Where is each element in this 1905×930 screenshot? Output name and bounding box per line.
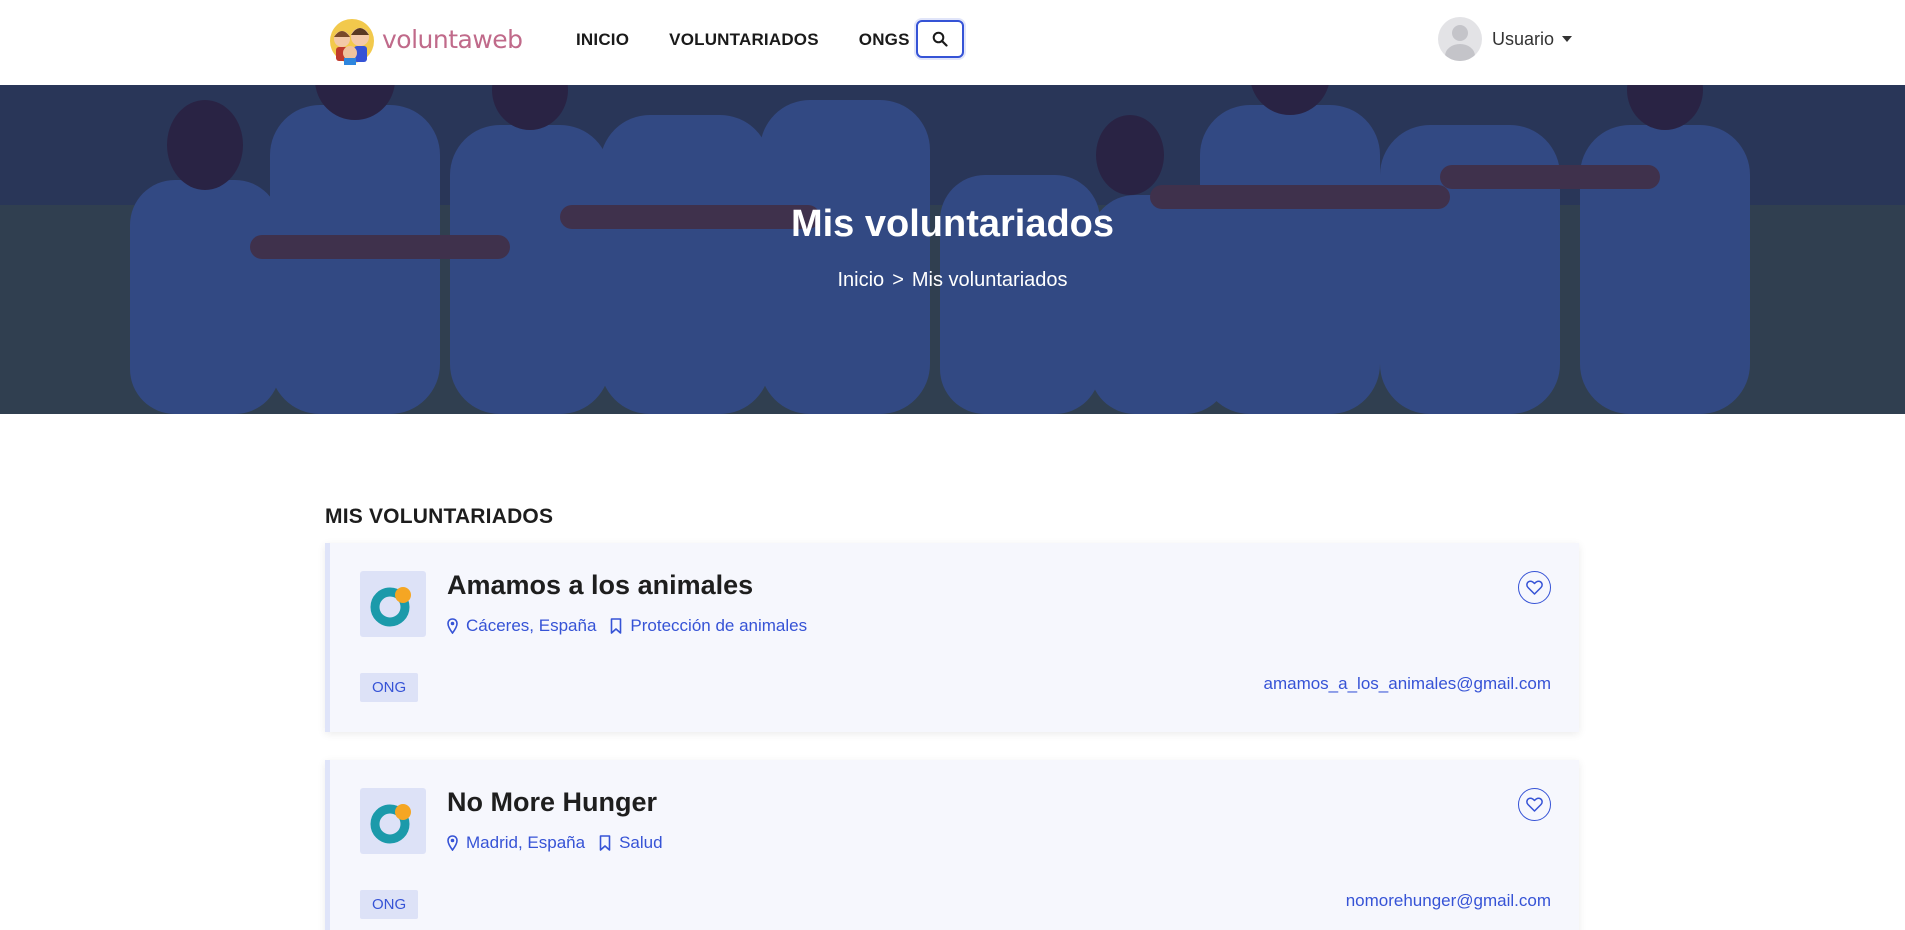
status-badge: ONG [360,890,419,919]
card-category: Salud [599,833,663,853]
card-location-text: Cáceres, España [466,616,597,635]
user-dropdown[interactable]: Usuario [1438,16,1573,62]
nav-item-voluntariados[interactable]: VOLUNTARIADOS [669,30,819,50]
nav-item-ongs[interactable]: ONGS [859,30,910,50]
volunteers-faces-logo-icon [328,13,380,65]
chevron-down-icon [1562,36,1573,42]
top-navbar: voluntaweb INICIO VOLUNTARIADOS ONGS Usu… [0,0,1905,85]
main-nav: INICIO VOLUNTARIADOS ONGS [576,0,950,80]
heart-icon [1526,580,1543,595]
card-meta: Madrid, España Salud [447,833,677,853]
card-meta: Cáceres, España Protección de animales [447,616,821,636]
map-pin-icon [447,618,458,634]
user-label: Usuario [1492,28,1555,49]
card-title[interactable]: No More Hunger [447,787,657,818]
status-badge: ONG [360,673,419,702]
org-logo-icon [360,571,426,637]
favorite-button[interactable] [1518,788,1551,821]
nav-item-inicio[interactable]: INICIO [576,30,629,50]
card-category-text: Protección de animales [630,616,808,635]
search-button[interactable] [916,20,964,58]
card-title[interactable]: Amamos a los animales [447,570,753,601]
user-avatar-icon [1438,17,1482,61]
page-title: Mis voluntariados [790,203,1115,245]
hero-overlay [0,85,1905,414]
map-pin-icon [447,835,458,851]
org-logo-icon [360,788,426,854]
card-email-link[interactable]: nomorehunger@gmail.com [1346,891,1551,911]
breadcrumb: Inicio > Mis voluntariados [0,269,1905,292]
volunteering-card[interactable]: Amamos a los animales Cáceres, España Pr… [325,543,1579,732]
favorite-button[interactable] [1518,571,1551,604]
card-category: Protección de animales [610,616,807,636]
search-icon [932,31,948,47]
bookmark-icon [599,835,611,851]
heart-icon [1526,797,1543,812]
card-location: Cáceres, España [447,616,596,636]
brand-name: voluntaweb [382,24,523,54]
breadcrumb-current: Mis voluntariados [911,269,1068,291]
card-category-text: Salud [619,833,663,852]
card-email-link[interactable]: amamos_a_los_animales@gmail.com [1264,674,1552,694]
breadcrumb-separator: > [892,269,904,291]
section-title: MIS VOLUNTARIADOS [325,505,554,528]
hero-banner: Mis voluntariados Inicio > Mis voluntari… [0,85,1905,414]
bookmark-icon [611,618,622,634]
brand-logo-link[interactable]: voluntaweb [328,13,523,65]
volunteering-card[interactable]: No More Hunger Madrid, España Salud ONG … [325,760,1579,930]
card-location: Madrid, España [447,833,585,853]
card-location-text: Madrid, España [466,833,586,852]
breadcrumb-home-link[interactable]: Inicio [837,269,884,292]
